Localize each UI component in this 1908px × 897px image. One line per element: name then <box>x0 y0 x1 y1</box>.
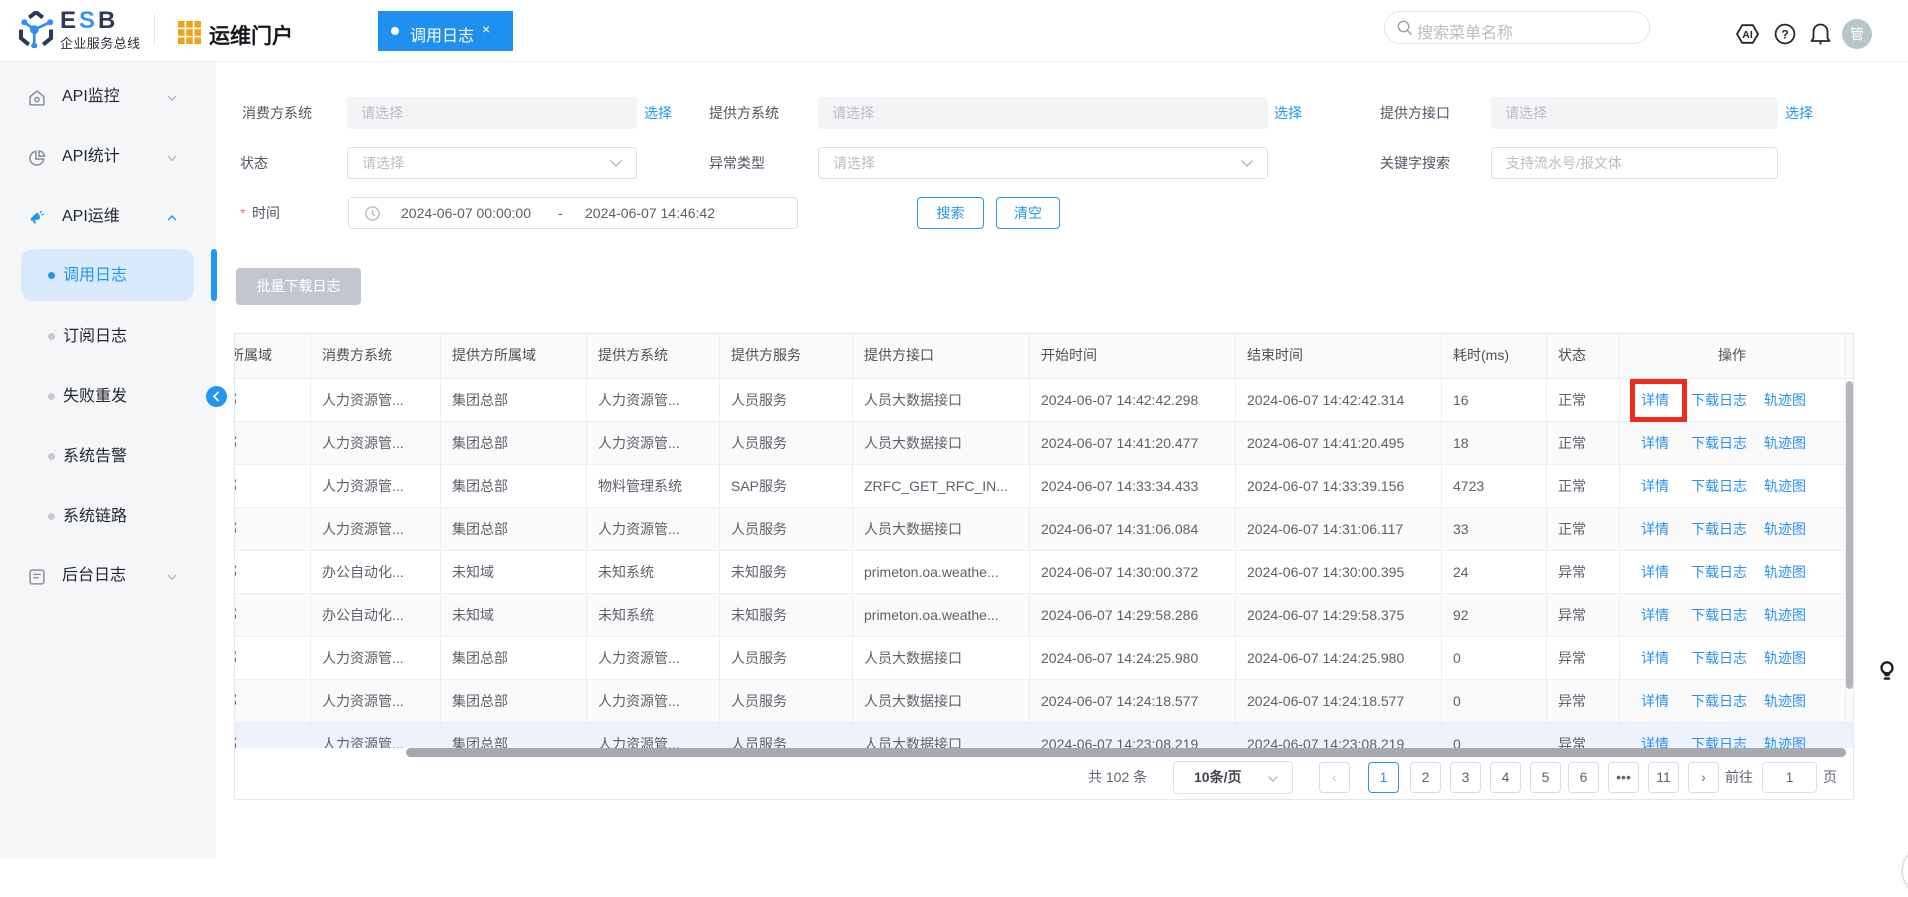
svg-text:AI: AI <box>1742 29 1753 41</box>
svg-text:?: ? <box>1781 27 1788 41</box>
